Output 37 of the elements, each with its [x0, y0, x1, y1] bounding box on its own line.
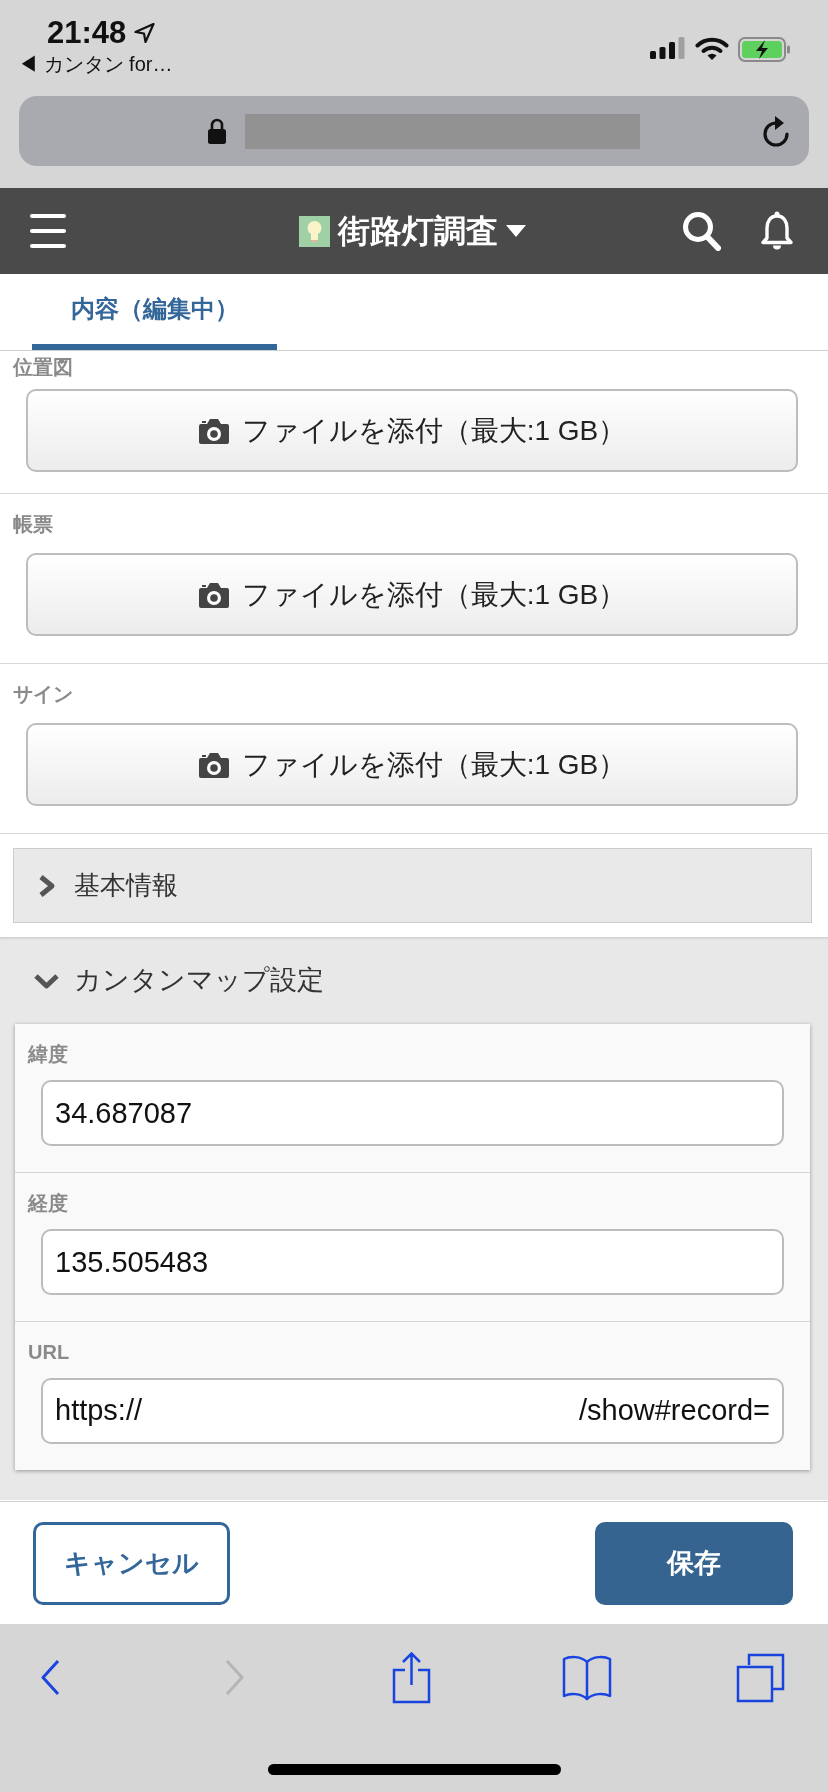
attach-file-button[interactable]: ファイルを添付（最大:1 GB）: [26, 553, 798, 636]
text-field[interactable]: 34.687087: [41, 1080, 784, 1146]
section-header[interactable]: 基本情報: [13, 848, 812, 923]
save-button[interactable]: 保存: [595, 1522, 793, 1605]
field-label: 位置図: [13, 355, 73, 379]
field-label: 帳票: [13, 512, 53, 536]
reload-icon[interactable]: [762, 114, 791, 148]
field-label: サイン: [13, 682, 73, 706]
camera-icon: [197, 580, 230, 609]
attach-file-button[interactable]: ファイルを添付（最大:1 GB）: [26, 389, 798, 472]
lock-icon: [207, 118, 227, 144]
signal-icon: [650, 37, 686, 59]
lightbulb-app-icon: [299, 215, 330, 247]
url-field[interactable]: https:// /show#record=: [41, 1378, 784, 1444]
field-label: 緯度: [28, 1042, 68, 1066]
back-to-app-link[interactable]: ◀ カンタン for…: [18, 52, 173, 76]
clock-time: 21:48: [47, 14, 127, 52]
tabs-icon[interactable]: [736, 1652, 785, 1703]
field-label: URL: [28, 1340, 70, 1364]
book-icon[interactable]: [562, 1654, 612, 1701]
camera-icon: [197, 416, 230, 445]
menu-icon[interactable]: [30, 213, 66, 249]
search-icon[interactable]: [682, 211, 721, 251]
caret-down-icon[interactable]: [506, 225, 526, 237]
attach-file-button[interactable]: ファイルを添付（最大:1 GB）: [26, 723, 798, 806]
location-arrow-icon: [134, 23, 156, 43]
battery-charging-icon: [738, 37, 791, 62]
text-field[interactable]: 135.505483: [41, 1229, 784, 1295]
bell-icon[interactable]: [759, 211, 795, 251]
share-icon[interactable]: [392, 1651, 431, 1704]
field-label: 経度: [28, 1191, 68, 1215]
camera-icon: [197, 750, 230, 779]
wifi-icon: [695, 37, 729, 60]
cancel-button[interactable]: キャンセル: [33, 1522, 230, 1605]
back-icon[interactable]: [41, 1659, 60, 1696]
app-title[interactable]: 街路灯調査: [338, 211, 498, 251]
section-header[interactable]: カンタンマップ設定: [15, 937, 810, 1024]
